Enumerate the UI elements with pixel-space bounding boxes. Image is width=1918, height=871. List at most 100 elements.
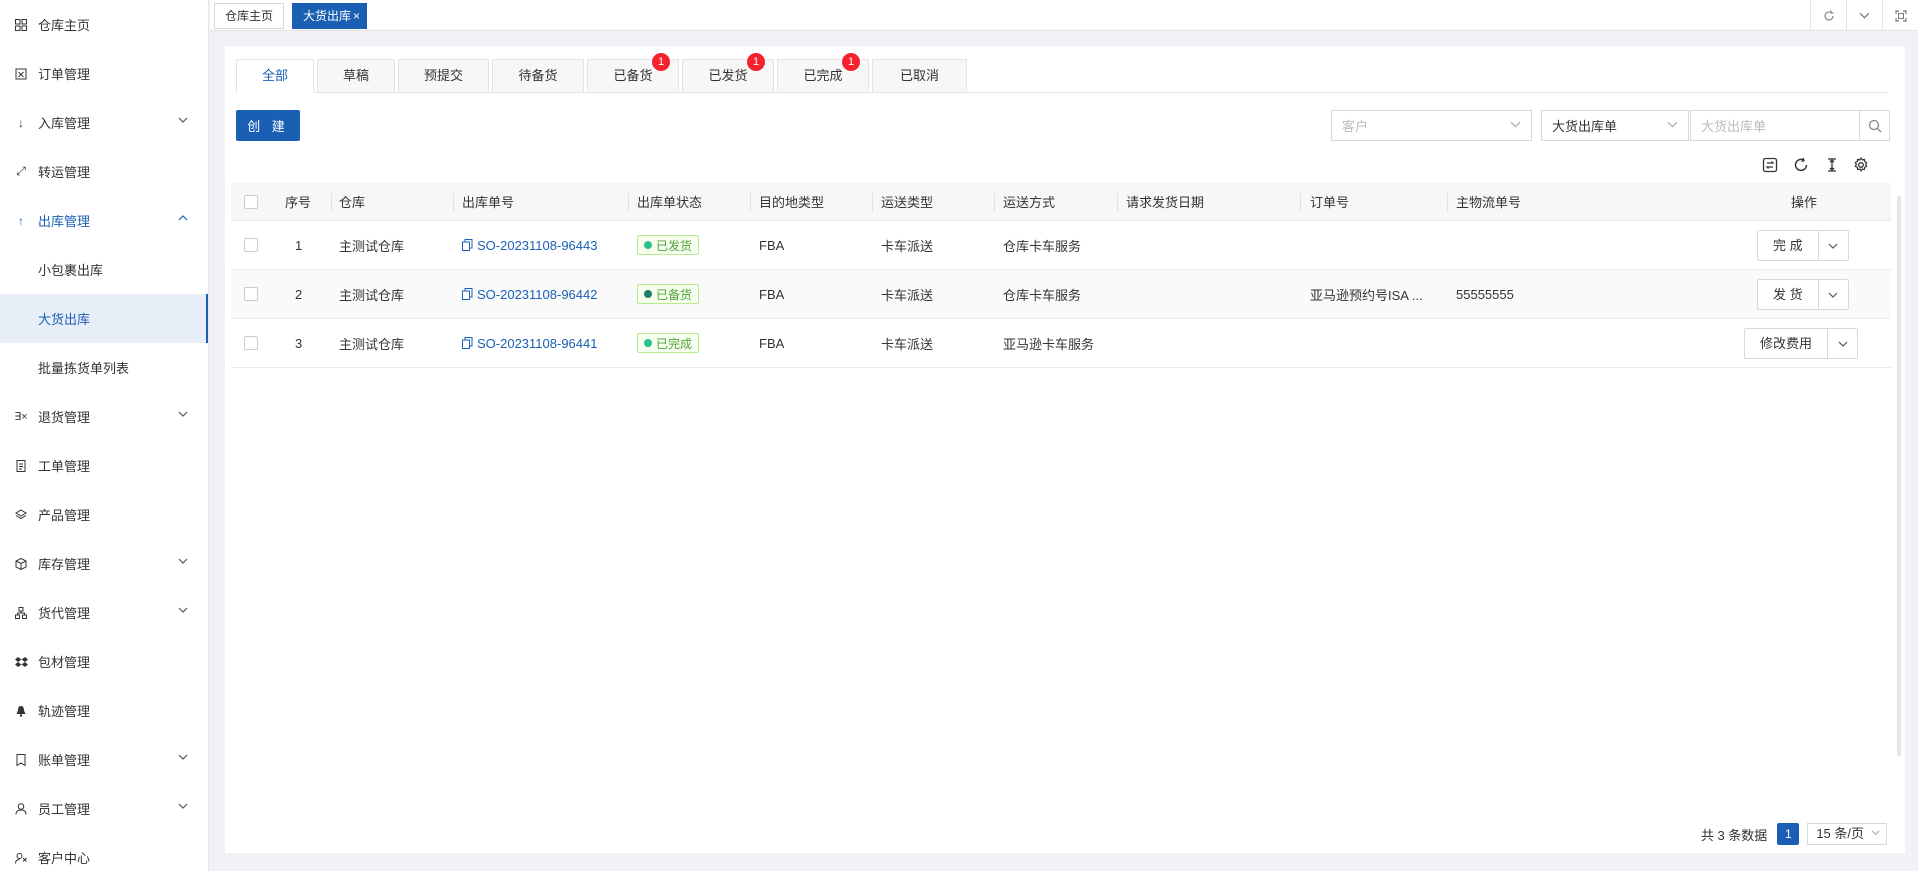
more-actions-button[interactable] [1828,329,1857,358]
sidebar-item-label: 出库管理 [38,214,91,229]
status-tab-bar: 全部 草稿 预提交 待备货 已备货 1 已发货 1 已完成 1 已取消 [236,53,1888,93]
sidebar-item-batch-picking[interactable]: 批量拣货单列表 [0,343,208,392]
row-checkbox[interactable] [244,270,258,318]
sidebar-item-small-parcel[interactable]: 小包裹出库 [0,245,208,294]
sidebar-item-outbound[interactable]: ↑ 出库管理 [0,196,208,245]
vertical-scrollbar[interactable] [1897,196,1901,756]
col-header-ship-type: 运送类型 [881,195,934,210]
status-tab-to-prepare[interactable]: 待备货 [492,59,584,93]
forwarder-icon [14,606,28,620]
refresh-button[interactable] [1790,154,1812,176]
sidebar-item-inbound[interactable]: ↓ 入库管理 [0,98,208,147]
refresh-tab-button[interactable] [1810,0,1846,31]
tab-menu-button[interactable] [1846,0,1882,31]
row-dest-type: FBA [759,237,785,253]
status-text: 已备货 [656,287,693,302]
status-tab-all[interactable]: 全部 [236,59,314,93]
edit-fee-button[interactable]: 修改费用 [1745,329,1829,358]
ship-button[interactable]: 发 货 [1758,280,1819,309]
complete-button[interactable]: 完 成 [1758,231,1819,260]
customer-select[interactable]: 客户 [1331,110,1532,141]
fullscreen-icon [1894,9,1907,22]
page-1-button[interactable]: 1 [1777,823,1800,845]
sidebar-item-orders[interactable]: 订单管理 [0,49,208,98]
row-warehouse: 主测试仓库 [339,238,405,254]
row-order-link[interactable]: SO-20231108-96442 [462,270,597,318]
count-badge: 1 [842,53,860,71]
order-type-select[interactable]: 大货出库单 [1541,110,1689,141]
copy-icon[interactable] [462,337,473,349]
status-dot [644,241,652,249]
sidebar-item-label: 仓库主页 [38,18,91,33]
chevron-down-icon [1871,824,1880,844]
pagination: 共 3 条数据 1 15 条/页 [1701,823,1887,845]
tab-label: 大货出库 [303,9,352,23]
column-height-button[interactable] [1821,154,1843,176]
sidebar-item-inventory[interactable]: 库存管理 [0,539,208,588]
bell-icon [14,704,28,718]
sidebar-item-bulk-outbound[interactable]: 大货出库 [0,294,208,343]
close-icon[interactable]: × [353,9,360,23]
status-tab-completed[interactable]: 已完成 1 [777,53,869,93]
sidebar-item-products[interactable]: 产品管理 [0,490,208,539]
tab-label: 待备货 [518,68,558,83]
chevron-down-icon [178,409,188,422]
customer-icon [14,851,28,865]
sidebar: 仓库主页 订单管理 ↓ 入库管理 ⤢ 转运管理 ↑ 出库管理 小包裹出库 大货出… [0,0,209,871]
sidebar-item-tickets[interactable]: 工单管理 [0,441,208,490]
status-tab-shipped[interactable]: 已发货 1 [682,53,774,93]
row-checkbox[interactable] [244,319,258,367]
row-checkbox[interactable] [244,221,258,269]
transfer-icon: ⤢ [16,164,26,178]
col-header-tracking: 主物流单号 [1456,195,1522,210]
more-actions-button[interactable] [1819,231,1848,260]
sidebar-item-label: 转运管理 [38,165,91,180]
status-tab-presubmit[interactable]: 预提交 [398,59,489,93]
sidebar-item-label: 货代管理 [38,606,91,621]
row-ship-type: 卡车派送 [881,238,934,254]
search-input[interactable]: 大货出库单 [1690,110,1859,141]
search-button[interactable] [1859,110,1890,141]
arrow-down-icon: ↓ [18,115,24,130]
sidebar-item-transfer[interactable]: ⤢ 转运管理 [0,147,208,196]
status-tab-prepared[interactable]: 已备货 1 [587,53,679,93]
copy-icon[interactable] [462,288,473,300]
sidebar-item-warehouse-home[interactable]: 仓库主页 [0,0,208,49]
select-all-checkbox[interactable] [244,183,258,220]
export-button[interactable] [1759,154,1781,176]
sidebar-item-label: 库存管理 [38,557,91,572]
copy-icon[interactable] [462,239,473,251]
count-badge: 1 [652,53,670,71]
sidebar-item-staff[interactable]: 员工管理 [0,784,208,833]
sidebar-item-customer-center[interactable]: 客户中心 [0,833,208,871]
more-actions-button[interactable] [1819,280,1848,309]
status-tab-cancelled[interactable]: 已取消 [872,59,967,93]
column-height-icon [1828,158,1836,172]
chevron-down-icon [1838,341,1847,347]
tab-label: 草稿 [342,68,369,83]
status-text: 已发货 [656,238,693,253]
page-size-select[interactable]: 15 条/页 [1807,823,1887,845]
chevron-down-icon [1828,243,1838,249]
col-header-order-no: 出库单号 [462,195,515,210]
row-order-link[interactable]: SO-20231108-96441 [462,319,597,367]
sidebar-item-tracking[interactable]: 轨迹管理 [0,686,208,735]
create-button[interactable]: 创 建 [236,110,300,141]
sidebar-item-packaging[interactable]: 包材管理 [0,637,208,686]
settings-button[interactable] [1850,154,1872,176]
tab-label: 已发货 [708,68,748,83]
fullscreen-button[interactable] [1882,0,1918,31]
tab-label: 已完成 [803,68,843,83]
sidebar-item-returns[interactable]: ∃× 退货管理 [0,392,208,441]
sidebar-item-label: 小包裹出库 [38,263,104,278]
sidebar-item-label: 包材管理 [38,655,91,670]
status-tab-draft[interactable]: 草稿 [317,59,395,93]
sidebar-item-bills[interactable]: 账单管理 [0,735,208,784]
row-order-link[interactable]: SO-20231108-96443 [462,221,597,269]
col-header-req-date: 请求发货日期 [1126,195,1205,210]
tab-warehouse-home[interactable]: 仓库主页 [214,3,285,29]
tab-bulk-outbound[interactable]: 大货出库 × [292,3,368,29]
search-placeholder: 大货出库单 [1701,119,1767,134]
sidebar-item-forwarder[interactable]: 货代管理 [0,588,208,637]
tab-label: 仓库主页 [225,9,274,23]
